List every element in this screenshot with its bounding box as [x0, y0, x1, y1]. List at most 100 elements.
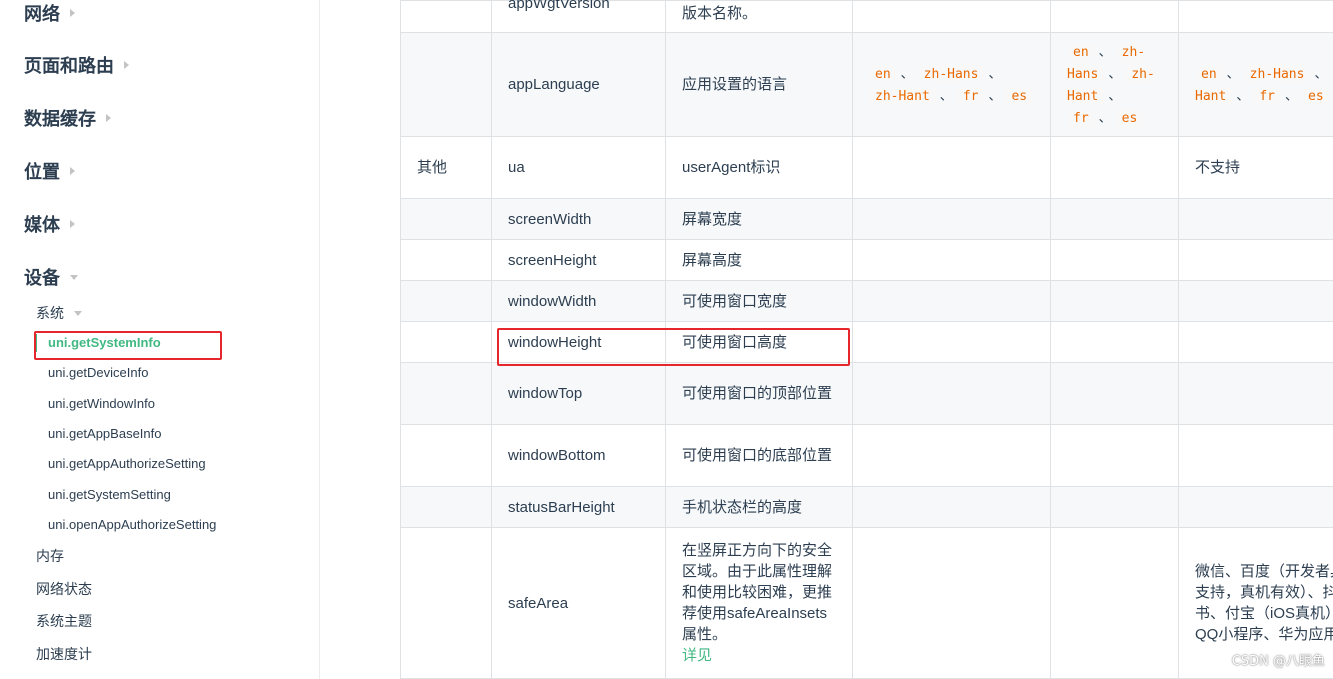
table-cell-category: 其他: [400, 136, 492, 199]
system-info-table: appWgtVersion 版本名称。 appLanguage 应用设置的语言 …: [400, 0, 1333, 679]
param-desc: 在竖屏正方向下的安全区域。由于此属性理解和使用比较困难，更推荐使用safeAre…: [682, 542, 833, 643]
table-cell-category: [400, 0, 492, 33]
sidebar-item-accelerometer[interactable]: 加速度计: [36, 644, 92, 664]
table-cell: [1178, 321, 1333, 363]
table-cell-desc: 版本名称。: [665, 0, 853, 33]
table-cell-category: [400, 198, 492, 240]
table-cell-category: [400, 239, 492, 281]
table-row: 其他 ua userAgent标识 不支持: [400, 136, 1333, 199]
code-chip: en: [1195, 64, 1223, 84]
code-chip: en: [869, 64, 897, 84]
table-row: windowHeight 可使用窗口高度: [400, 321, 1333, 363]
table-cell: 不支持: [1178, 136, 1333, 199]
table-cell: [1178, 198, 1333, 240]
table-cell-lang-chips: en、zh-Hans、zh-Hant、fr、es: [1178, 32, 1333, 137]
details-link[interactable]: 详见: [682, 647, 712, 664]
table-cell: [852, 198, 1051, 240]
sidebar-item-get-app-base-info[interactable]: uni.getAppBaseInfo: [48, 426, 161, 441]
table-cell-desc: 可使用窗口的顶部位置: [665, 362, 853, 425]
sidebar-item-open-app-authorize-setting[interactable]: uni.openAppAuthorizeSetting: [48, 517, 216, 532]
table-cell-desc: 手机状态栏的高度: [665, 486, 853, 528]
table-cell: [1050, 0, 1179, 33]
sidebar-subgroup-label: 系统: [36, 305, 64, 321]
param-desc: 版本名称。: [682, 5, 758, 22]
table-cell: [1178, 239, 1333, 281]
sidebar: 网络 页面和路由 数据缓存 位置 媒体 设备 系统 uni.getSystemI…: [0, 0, 320, 679]
sidebar-section-label: 数据缓存: [24, 109, 96, 129]
chevron-down-icon: [74, 310, 82, 316]
table-cell-desc: 可使用窗口宽度: [665, 280, 853, 322]
table-cell: [1050, 424, 1179, 487]
table-cell: [852, 321, 1051, 363]
table-cell: [1050, 321, 1179, 363]
code-chip: es: [1302, 86, 1330, 106]
table-cell: [1050, 486, 1179, 528]
sidebar-item-get-window-info[interactable]: uni.getWindowInfo: [48, 396, 155, 411]
sidebar-section-device[interactable]: 设备: [24, 264, 78, 290]
table-cell: [852, 239, 1051, 281]
table-row: windowBottom 可使用窗口的底部位置: [400, 424, 1333, 487]
sidebar-section-network[interactable]: 网络: [24, 0, 75, 26]
table-cell: [1178, 280, 1333, 322]
sidebar-item-get-app-authorize-setting[interactable]: uni.getAppAuthorizeSetting: [48, 456, 206, 471]
table-cell-lang-chips: en、zh-Hans、zh-Hant、fr、es: [1050, 32, 1179, 137]
table-cell-name: screenHeight: [491, 239, 666, 281]
sidebar-subgroup-system[interactable]: 系统: [36, 303, 82, 323]
table-cell: [852, 362, 1051, 425]
sidebar-section-label: 页面和路由: [24, 56, 114, 76]
sidebar-item-system-theme[interactable]: 系统主题: [36, 611, 92, 631]
table-cell: [1050, 362, 1179, 425]
chevron-right-icon: [106, 114, 111, 122]
table-cell-name: appWgtVersion: [491, 0, 666, 33]
table-cell-desc: 在竖屏正方向下的安全区域。由于此属性理解和使用比较困难，更推荐使用safeAre…: [665, 527, 853, 679]
table-row: screenHeight 屏幕高度: [400, 239, 1333, 281]
table-cell: [1178, 0, 1333, 33]
table-cell-category: [400, 486, 492, 528]
sidebar-item-get-device-info[interactable]: uni.getDeviceInfo: [48, 365, 148, 380]
table-cell-name: windowWidth: [491, 280, 666, 322]
table-cell-desc: 可使用窗口高度: [665, 321, 853, 363]
chevron-right-icon: [70, 167, 75, 175]
active-indicator: [35, 334, 37, 352]
sidebar-item-get-system-setting[interactable]: uni.getSystemSetting: [48, 487, 171, 502]
watermark: CSDN @八眼鱼: [1231, 654, 1325, 669]
code-chip: es: [1005, 86, 1034, 106]
chevron-right-icon: [124, 61, 129, 69]
table-cell-name: screenWidth: [491, 198, 666, 240]
sidebar-item-memory[interactable]: 内存: [36, 546, 64, 566]
sidebar-section-label: 网络: [24, 4, 60, 24]
table-row: windowTop 可使用窗口的顶部位置: [400, 362, 1333, 425]
code-chip: fr: [956, 86, 985, 106]
table-cell-category: [400, 32, 492, 137]
table-row: statusBarHeight 手机状态栏的高度: [400, 486, 1333, 528]
table-cell: [1178, 486, 1333, 528]
table-row: appWgtVersion 版本名称。: [400, 0, 1333, 33]
table-cell-category: [400, 424, 492, 487]
table-cell-name: windowBottom: [491, 424, 666, 487]
sidebar-section-media[interactable]: 媒体: [24, 211, 75, 237]
table-row: safeArea 在竖屏正方向下的安全区域。由于此属性理解和使用比较困难，更推荐…: [400, 527, 1333, 679]
table-cell-desc: 屏幕高度: [665, 239, 853, 281]
table-row: screenWidth 屏幕宽度: [400, 198, 1333, 240]
sidebar-item-get-system-info[interactable]: uni.getSystemInfo: [48, 335, 161, 350]
sidebar-section-location[interactable]: 位置: [24, 158, 75, 184]
table-cell: [852, 527, 1051, 679]
sidebar-section-label: 设备: [24, 268, 60, 288]
code-chip: zh-Hans: [917, 64, 985, 84]
table-cell-desc: 屏幕宽度: [665, 198, 853, 240]
table-cell: [1050, 239, 1179, 281]
sidebar-section-pages-routing[interactable]: 页面和路由: [24, 52, 129, 78]
table-cell: [852, 486, 1051, 528]
sidebar-item-network-status[interactable]: 网络状态: [36, 579, 92, 599]
table-cell: [1050, 136, 1179, 199]
sidebar-section-storage[interactable]: 数据缓存: [24, 105, 111, 131]
table-cell-name: windowTop: [491, 362, 666, 425]
code-chip: fr: [1067, 108, 1095, 128]
chevron-right-icon: [70, 9, 75, 17]
table-cell-category: [400, 527, 492, 679]
table-row: appLanguage 应用设置的语言 en、 zh-Hans 、zh-Hant、 f…: [400, 32, 1333, 137]
sidebar-section-label: 位置: [24, 162, 60, 182]
code-chip: en: [1067, 42, 1095, 62]
code-chip: zh-Hans: [1243, 64, 1311, 84]
table-cell-name: safeArea: [491, 527, 666, 679]
